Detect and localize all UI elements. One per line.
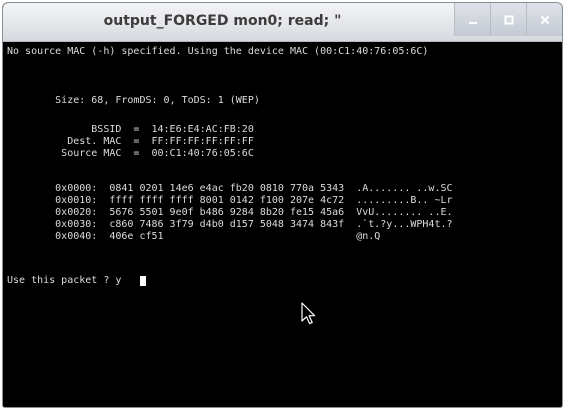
window-controls (454, 3, 562, 36)
hex-dump-row: 0x0030: c860 7486 3f79 d4b0 d157 5048 34… (7, 219, 453, 230)
mouse-pointer-icon (301, 302, 316, 325)
window-title: output_FORGED mon0; read; " (103, 13, 342, 29)
packet-size-line: Size: 68, FromDS: 0, ToDS: 1 (WEP) (7, 95, 260, 106)
dest-mac-line: Dest. MAC = FF:FF:FF:FF:FF:FF (7, 136, 254, 147)
minimize-icon (468, 21, 477, 24)
maximize-button[interactable] (490, 3, 526, 36)
hex-dump-row: 0x0010: ffff ffff ffff 8001 0142 f100 20… (7, 195, 453, 206)
prompt-input[interactable]: y (115, 275, 121, 286)
close-icon (540, 15, 549, 24)
maximize-icon (504, 15, 513, 24)
source-mac-line: Source MAC = 00:C1:40:76:05:6C (7, 148, 254, 159)
mac-notice-line: No source MAC (-h) specified. Using the … (7, 46, 429, 57)
packet-prompt-line[interactable]: Use this packet ? y (7, 275, 121, 287)
hex-dump-row: 0x0000: 0841 0201 14e6 e4ac fb20 0810 77… (7, 183, 453, 194)
title-bar[interactable]: output_FORGED mon0; read; " (3, 3, 562, 42)
text-cursor (140, 276, 146, 286)
close-button[interactable] (526, 3, 562, 36)
terminal-window: output_FORGED mon0; read; " No source MA… (2, 2, 563, 408)
minimize-button[interactable] (454, 3, 490, 36)
terminal-output[interactable]: No source MAC (-h) specified. Using the … (3, 42, 562, 407)
hex-dump-row: 0x0040: 406e cf51 @n.Q (7, 231, 381, 242)
hex-dump-row: 0x0020: 5676 5501 9e0f b486 9284 8b20 fe… (7, 207, 453, 218)
prompt-text: Use this packet ? (7, 275, 116, 286)
bssid-line: BSSID = 14:E6:E4:AC:FB:20 (7, 124, 254, 135)
